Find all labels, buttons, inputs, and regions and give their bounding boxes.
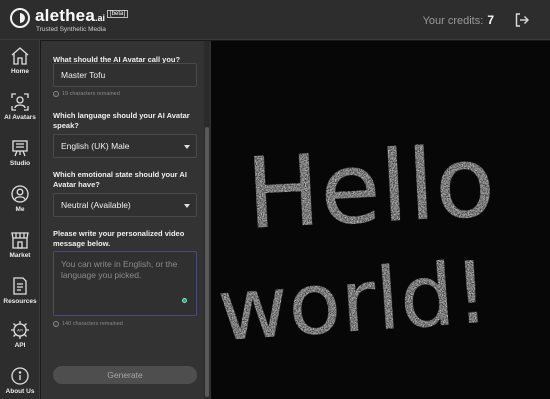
emotion-select-value: Neutral (Available) bbox=[61, 200, 131, 210]
sidebar-item-home[interactable]: Home bbox=[0, 46, 40, 75]
sidebar-item-label: Home bbox=[10, 68, 30, 75]
sidebar-item-about-us[interactable]: About Us bbox=[0, 366, 40, 395]
emotion-question: Which emotional state should your AI Ava… bbox=[53, 170, 187, 189]
logo-text: alethea.ai [beta] Trusted Synthetic Media bbox=[35, 6, 129, 34]
brand-name: alethea bbox=[35, 6, 95, 25]
message-placeholder: You can write in English, or the languag… bbox=[61, 259, 178, 280]
info-icon: i bbox=[53, 321, 59, 327]
chalk-text-line1: Hello bbox=[244, 125, 498, 252]
message-textarea[interactable]: You can write in English, or the languag… bbox=[53, 251, 197, 316]
info-icon: i bbox=[53, 91, 59, 97]
sidebar-item-market[interactable]: Market bbox=[0, 230, 40, 259]
sidebar-item-label: AI Avatars bbox=[4, 114, 36, 121]
market-icon bbox=[11, 232, 29, 249]
message-hint: i 140 characters remained bbox=[53, 321, 123, 327]
language-select-value: English (UK) Male bbox=[61, 141, 130, 151]
brand-tagline: Trusted Synthetic Media bbox=[36, 26, 106, 33]
language-question: Which language should your AI Avatar spe… bbox=[53, 111, 190, 130]
sidebar-item-label: Studio bbox=[9, 160, 31, 167]
sidebar-item-me[interactable]: Me bbox=[0, 184, 40, 213]
sidebar-item-resources[interactable]: Resources bbox=[0, 276, 40, 305]
brand-logo[interactable]: alethea.ai [beta] Trusted Synthetic Media bbox=[10, 6, 129, 34]
sidebar-item-label: Market bbox=[9, 252, 31, 259]
api-icon: API bbox=[11, 321, 29, 339]
language-select[interactable]: English (UK) Male bbox=[53, 134, 197, 158]
home-icon bbox=[11, 47, 29, 65]
chevron-down-icon bbox=[184, 145, 190, 149]
message-hint-text: 140 characters remained bbox=[62, 321, 123, 327]
sidebar-item-label: Resources bbox=[3, 298, 37, 305]
credits-label: Your credits: bbox=[422, 15, 484, 27]
sidebar-item-studio[interactable]: Studio bbox=[0, 138, 40, 167]
avatar-icon bbox=[11, 93, 29, 111]
credits-value: 7 bbox=[487, 13, 494, 27]
chevron-down-icon bbox=[184, 204, 190, 208]
studio-icon bbox=[12, 140, 28, 157]
logout-icon[interactable] bbox=[514, 12, 530, 28]
credits-display: Your credits: 7 bbox=[423, 13, 494, 27]
brand-suffix: .ai bbox=[95, 13, 106, 23]
name-hint-text: 19 characters remained bbox=[62, 91, 120, 97]
name-input[interactable]: Master Tofu bbox=[53, 63, 197, 87]
logo-mark-icon bbox=[10, 8, 30, 28]
user-icon bbox=[11, 185, 29, 203]
sidebar: Home AI Avatars Studio Me Market Resourc… bbox=[0, 40, 40, 399]
sidebar-item-label: Me bbox=[15, 206, 25, 213]
sidebar-item-label: About Us bbox=[5, 388, 35, 395]
name-hint: i 19 characters remained bbox=[53, 91, 120, 97]
sidebar-item-ai-avatars[interactable]: AI Avatars bbox=[0, 92, 40, 121]
panel-scrollbar[interactable] bbox=[204, 41, 210, 399]
emotion-select[interactable]: Neutral (Available) bbox=[53, 193, 197, 217]
sidebar-item-label: API bbox=[14, 342, 26, 349]
svg-text:API: API bbox=[17, 329, 23, 333]
resources-icon bbox=[13, 277, 27, 295]
chalk-text-image: Hello world! bbox=[215, 125, 498, 362]
message-question: Please write your personalized video mes… bbox=[53, 229, 185, 248]
generate-button[interactable]: Generate bbox=[53, 366, 197, 384]
chalk-text-line2: world! bbox=[215, 243, 493, 362]
sidebar-item-api[interactable]: API API bbox=[0, 320, 40, 349]
video-preview: Hello world! bbox=[211, 41, 550, 399]
beta-badge: [beta] bbox=[107, 10, 129, 18]
info-icon bbox=[11, 367, 29, 385]
top-bar: alethea.ai [beta] Trusted Synthetic Media… bbox=[0, 0, 550, 40]
grammar-check-icon[interactable] bbox=[182, 298, 187, 303]
scrollbar-thumb[interactable] bbox=[205, 127, 209, 397]
